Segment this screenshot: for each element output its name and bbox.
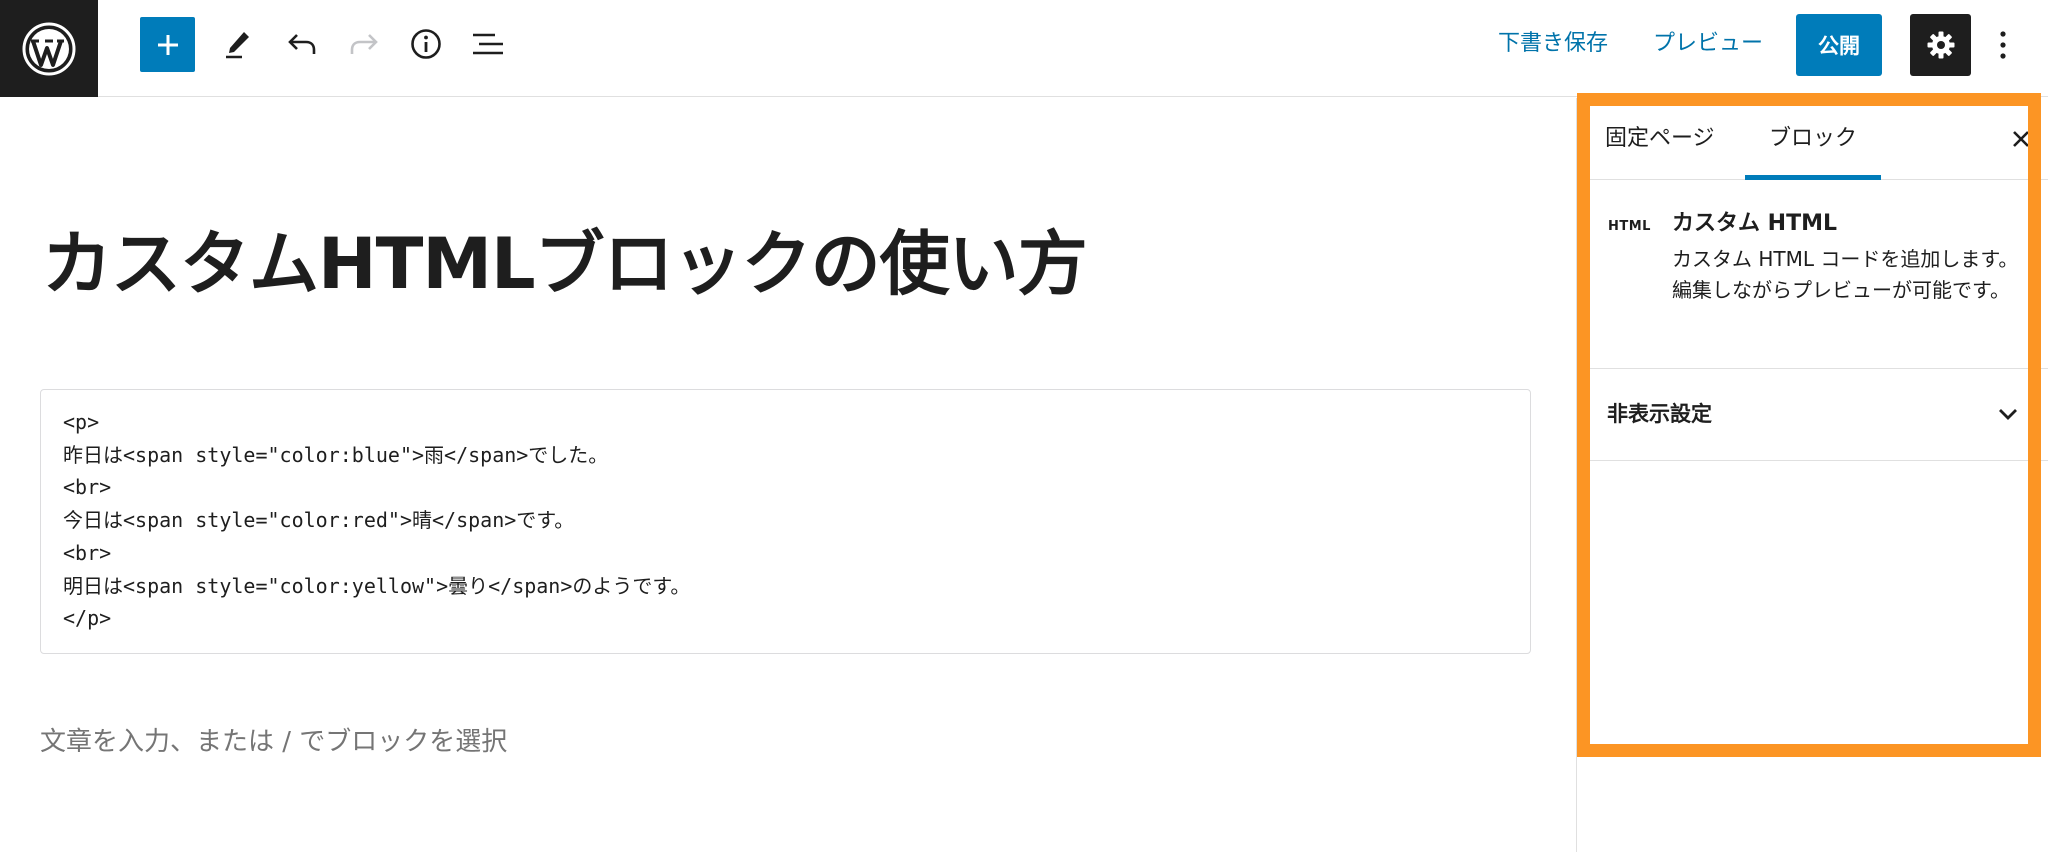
publish-button[interactable]: 公開 xyxy=(1796,14,1882,76)
redo-icon xyxy=(350,34,378,54)
settings-sidebar: 固定ページ ブロック HTML カスタム HTML カスタム HTML コードを… xyxy=(1576,98,2048,852)
tab-page[interactable]: 固定ページ xyxy=(1605,98,1715,180)
info-icon xyxy=(411,29,441,59)
code-line[interactable]: <br> xyxy=(63,471,1508,504)
post-title[interactable]: カスタムHTMLブロックの使い方 xyxy=(42,208,1088,309)
pencil-icon xyxy=(226,32,249,59)
block-placeholder[interactable]: 文章を入力、または / でブロックを選択 xyxy=(40,721,507,758)
close-icon xyxy=(2013,131,2029,147)
vertical-ellipsis-icon xyxy=(2000,31,2006,59)
undo-icon xyxy=(288,34,316,54)
custom-html-block[interactable]: <p> 昨日は<span style="color:blue">雨</span>… xyxy=(40,389,1531,654)
code-line[interactable]: <br> xyxy=(63,537,1508,570)
preview-button[interactable]: プレビュー xyxy=(1653,24,1763,64)
details-button[interactable] xyxy=(398,16,454,72)
add-block-button[interactable] xyxy=(140,17,195,72)
block-name: カスタム HTML xyxy=(1672,211,1837,236)
plus-icon xyxy=(157,34,178,55)
code-line[interactable]: 明日は<span style="color:yellow">曇り</span>の… xyxy=(63,570,1508,603)
code-line[interactable]: <p> xyxy=(63,406,1508,439)
settings-button[interactable] xyxy=(1910,14,1971,76)
editor-canvas: カスタムHTMLブロックの使い方 <p> 昨日は<span style="col… xyxy=(0,98,1576,852)
more-options-button[interactable] xyxy=(1985,20,2021,70)
edit-tool-button[interactable] xyxy=(210,16,266,72)
undo-button[interactable] xyxy=(274,16,330,72)
gear-icon xyxy=(1927,31,1954,59)
list-view-button[interactable] xyxy=(460,16,516,72)
sidebar-tabs: 固定ページ ブロック xyxy=(1577,98,2048,180)
editor-top-toolbar: 下書き保存 プレビュー 公開 xyxy=(0,0,2048,97)
block-description: カスタム HTML コードを追加します。編集しながらプレビューが可能です。 xyxy=(1672,247,2019,302)
code-line[interactable]: </p> xyxy=(63,602,1508,635)
html-block-icon: HTML xyxy=(1608,219,1651,234)
wordpress-logo-button[interactable] xyxy=(0,0,98,97)
close-sidebar-button[interactable] xyxy=(2001,119,2041,159)
redo-button[interactable] xyxy=(336,16,392,72)
code-line[interactable]: 昨日は<span style="color:blue">雨</span>でした。 xyxy=(63,439,1508,472)
panel-title: 非表示設定 xyxy=(1607,402,1712,426)
tab-block[interactable]: ブロック xyxy=(1745,98,1882,180)
wordpress-logo-icon xyxy=(22,22,76,75)
block-card: HTML カスタム HTML カスタム HTML コードを追加します。編集しなが… xyxy=(1577,181,2048,369)
list-view-icon xyxy=(473,33,503,55)
visibility-settings-panel-toggle[interactable]: 非表示設定 xyxy=(1577,370,2048,461)
chevron-down-icon xyxy=(1999,409,2017,420)
save-draft-button[interactable]: 下書き保存 xyxy=(1498,24,1608,64)
code-line[interactable]: 今日は<span style="color:red">晴</span>です。 xyxy=(63,504,1508,537)
